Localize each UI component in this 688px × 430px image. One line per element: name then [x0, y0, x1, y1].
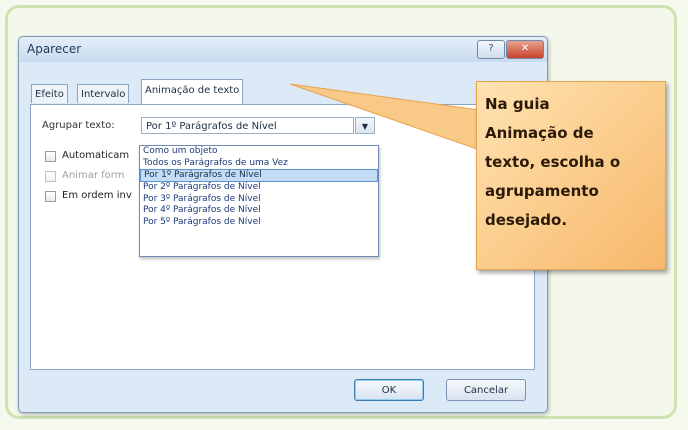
callout-line: agrupamento [485, 182, 599, 200]
callout-line: desejado. [485, 211, 568, 229]
callout-line: Animação de [485, 124, 594, 142]
callout-line: Na guia [485, 95, 550, 113]
callout-line: texto, escolha o [485, 153, 621, 171]
instruction-callout: Na guia Animação de texto, escolha o agr… [476, 81, 666, 270]
